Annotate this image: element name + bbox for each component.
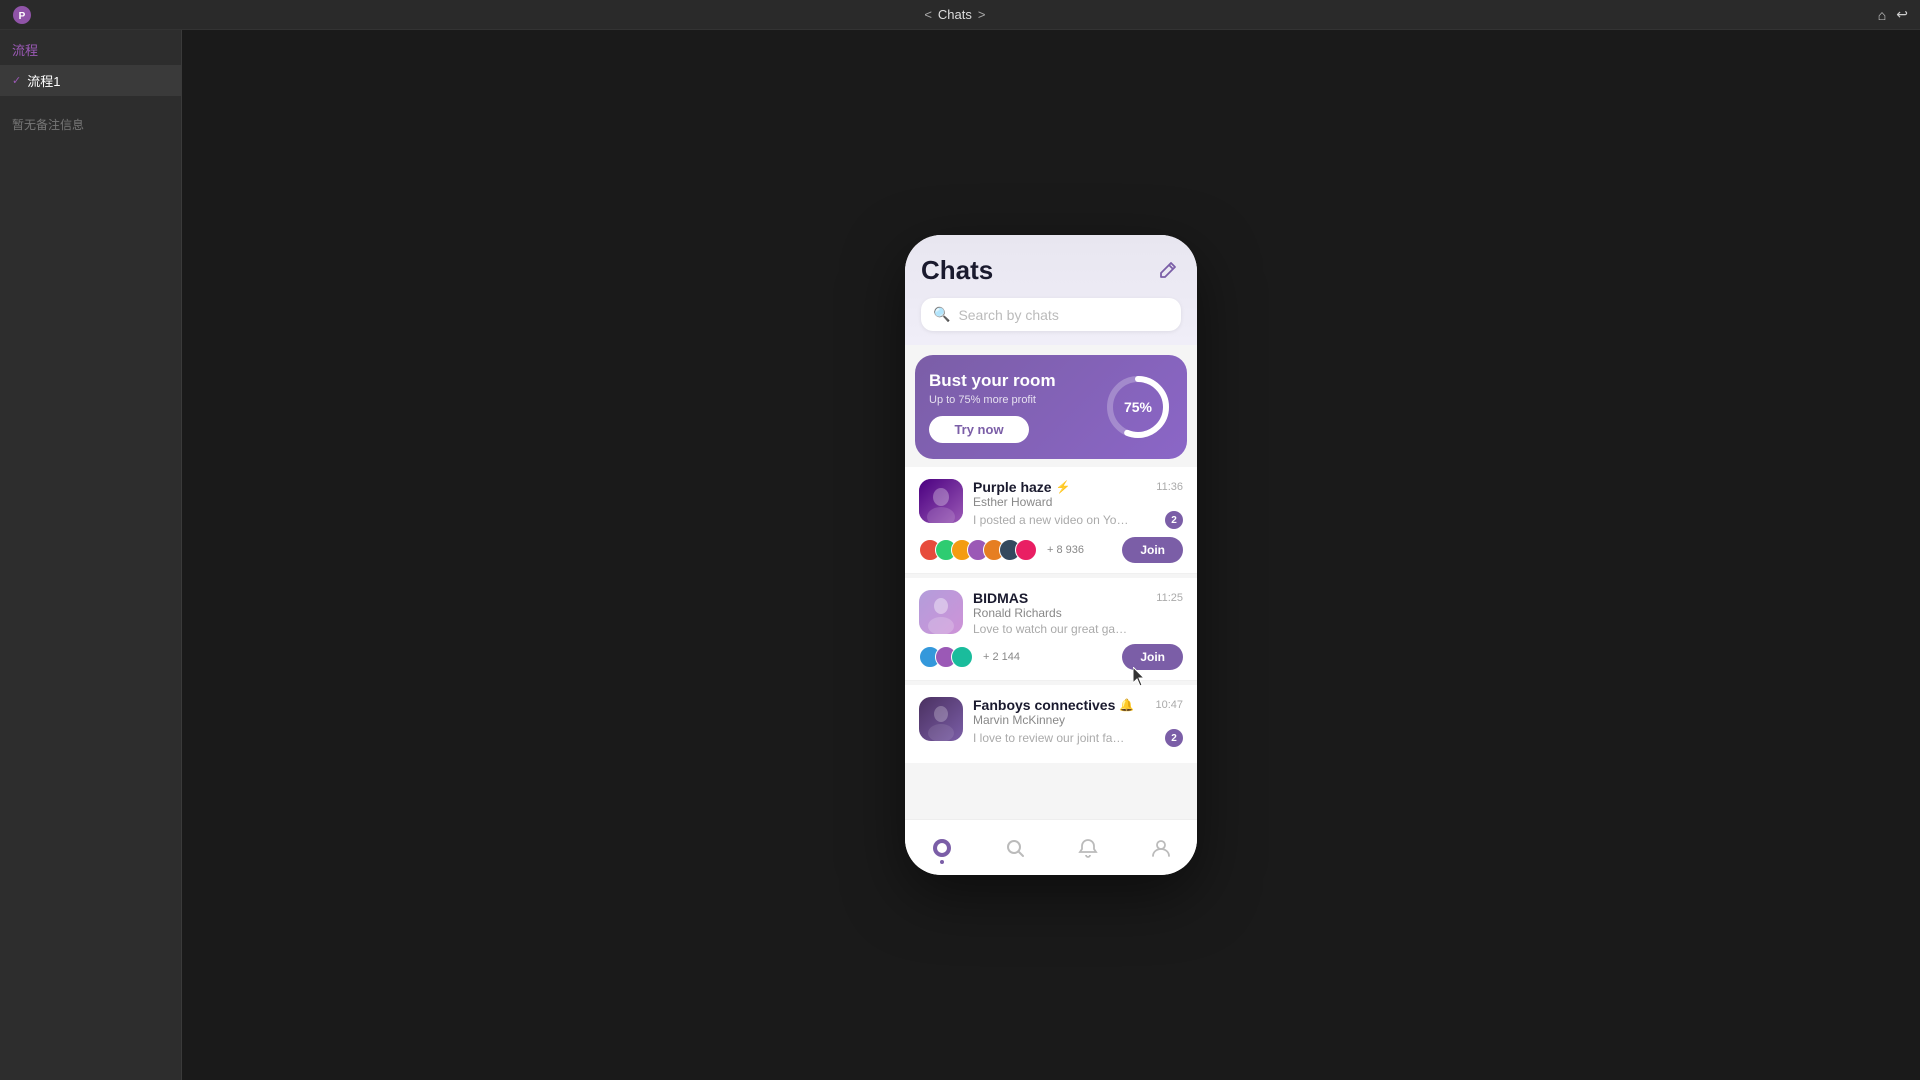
nav-search-icon[interactable] [1001, 834, 1029, 862]
chat-name-row-1: Purple haze ⚡ 11:36 [973, 479, 1183, 495]
phone-header-top: Chats [921, 255, 1181, 286]
member-count-2: + 2 144 [983, 651, 1020, 663]
chat-name-row-3: Fanboys connectives 🔔 10:47 [973, 697, 1183, 713]
chat-card-purple-haze[interactable]: Purple haze ⚡ 11:36 Esther Howard I post… [905, 467, 1197, 574]
nav-chats-icon[interactable] [928, 834, 956, 862]
chat-name-row-2: BIDMAS 11:25 [973, 590, 1183, 606]
chat-badge-1: 2 [1165, 511, 1183, 529]
check-icon: ✓ [12, 74, 21, 87]
chat-list: Purple haze ⚡ 11:36 Esther Howard I post… [905, 467, 1197, 819]
nav-forward-icon[interactable]: > [978, 7, 986, 22]
chat-badge-3: 2 [1165, 729, 1183, 747]
page-title: Chats [921, 255, 993, 286]
chat-top-row: Purple haze ⚡ 11:36 Esther Howard I post… [919, 479, 1183, 529]
chat-card-fanboys[interactable]: Fanboys connectives 🔔 10:47 Marvin McKin… [905, 685, 1197, 763]
member-avatar [951, 646, 973, 668]
chat-info-1: Purple haze ⚡ 11:36 Esther Howard I post… [973, 479, 1183, 529]
chat-time-3: 10:47 [1155, 699, 1183, 711]
chat-top-row-2: BIDMAS 11:25 Ronald Richards Love to wat… [919, 590, 1183, 636]
phone-header: Chats 🔍 Search by chats [905, 235, 1197, 345]
svg-text:P: P [19, 11, 26, 22]
chat-message-row-2: Love to watch our great game... [973, 622, 1183, 636]
promo-banner: Bust your room Up to 75% more profit Try… [915, 355, 1187, 459]
chat-top-row-3: Fanboys connectives 🔔 10:47 Marvin McKin… [919, 697, 1183, 747]
chat-sender-1: Esther Howard [973, 495, 1183, 509]
breadcrumb: < Chats > [924, 7, 985, 22]
chat-name-3: Fanboys connectives [973, 697, 1115, 713]
chat-avatar-2 [919, 590, 963, 634]
nav-bell-icon[interactable] [1074, 834, 1102, 862]
chat-members-2: + 2 144 [919, 646, 1020, 668]
top-bar: P < Chats > ⌂ ↩ [0, 0, 1920, 30]
sidebar-empty-text: 暂无备注信息 [0, 96, 181, 153]
chat-bottom-row-1: + 8 936 Join [919, 537, 1183, 563]
chat-members-1: + 8 936 [919, 539, 1084, 561]
verified-icon-3: 🔔 [1119, 698, 1134, 712]
chat-info-3: Fanboys connectives 🔔 10:47 Marvin McKin… [973, 697, 1183, 747]
main-content: Chats 🔍 Search by chats Bust your room [182, 30, 1920, 1080]
chat-sender-3: Marvin McKinney [973, 713, 1183, 727]
promo-percent: 75% [1124, 399, 1152, 415]
top-bar-left: P [12, 5, 32, 25]
sidebar-section-title: 流程 [0, 30, 181, 65]
search-bar[interactable]: 🔍 Search by chats [921, 298, 1181, 331]
search-icon: 🔍 [933, 306, 950, 323]
chat-sender-2: Ronald Richards [973, 606, 1183, 620]
sidebar-item-workflow[interactable]: ✓ 流程1 [0, 65, 181, 96]
chat-message-1: I posted a new video on YouTub... [973, 513, 1133, 527]
try-now-button[interactable]: Try now [929, 416, 1029, 443]
verified-icon-1: ⚡ [1056, 480, 1071, 494]
chat-message-3: I love to review our joint family p... [973, 731, 1133, 745]
promo-subtitle: Up to 75% more profit [929, 394, 1103, 406]
chat-avatar-1 [919, 479, 963, 523]
chat-avatar-3 [919, 697, 963, 741]
chat-message-row-3: I love to review our joint family p... 2 [973, 729, 1183, 747]
join-button-1[interactable]: Join [1122, 537, 1183, 563]
app-logo: P [12, 5, 32, 25]
promo-chart: 75% [1103, 372, 1173, 442]
search-placeholder: Search by chats [958, 307, 1058, 323]
phone-content: Bust your room Up to 75% more profit Try… [905, 345, 1197, 819]
compose-icon[interactable] [1153, 257, 1181, 285]
nav-back-icon[interactable]: < [924, 7, 932, 22]
chat-time-1: 11:36 [1156, 481, 1183, 493]
chat-name-1: Purple haze [973, 479, 1052, 495]
nav-profile-icon[interactable] [1147, 834, 1175, 862]
member-count-1: + 8 936 [1047, 544, 1084, 556]
top-bar-right: ⌂ ↩ [1878, 6, 1908, 23]
chat-time-2: 11:25 [1156, 592, 1183, 604]
phone-mockup: Chats 🔍 Search by chats Bust your room [905, 235, 1197, 875]
promo-text: Bust your room Up to 75% more profit Try… [929, 371, 1103, 443]
nav-title: Chats [938, 7, 972, 22]
sidebar-item-label: 流程1 [27, 71, 60, 90]
chat-bottom-row-2: + 2 144 Join [919, 644, 1183, 670]
chat-message-row-1: I posted a new video on YouTub... 2 [973, 511, 1183, 529]
member-avatar [1015, 539, 1037, 561]
chat-message-2: Love to watch our great game... [973, 622, 1133, 636]
join-button-2[interactable]: Join [1122, 644, 1183, 670]
back-icon[interactable]: ↩ [1896, 6, 1908, 23]
home-icon[interactable]: ⌂ [1878, 7, 1886, 23]
bottom-nav [905, 819, 1197, 875]
chat-name-2: BIDMAS [973, 590, 1028, 606]
promo-title: Bust your room [929, 371, 1103, 391]
chat-info-2: BIDMAS 11:25 Ronald Richards Love to wat… [973, 590, 1183, 636]
chat-card-bidmas[interactable]: BIDMAS 11:25 Ronald Richards Love to wat… [905, 578, 1197, 681]
sidebar: 流程 ✓ 流程1 暂无备注信息 [0, 30, 182, 1080]
